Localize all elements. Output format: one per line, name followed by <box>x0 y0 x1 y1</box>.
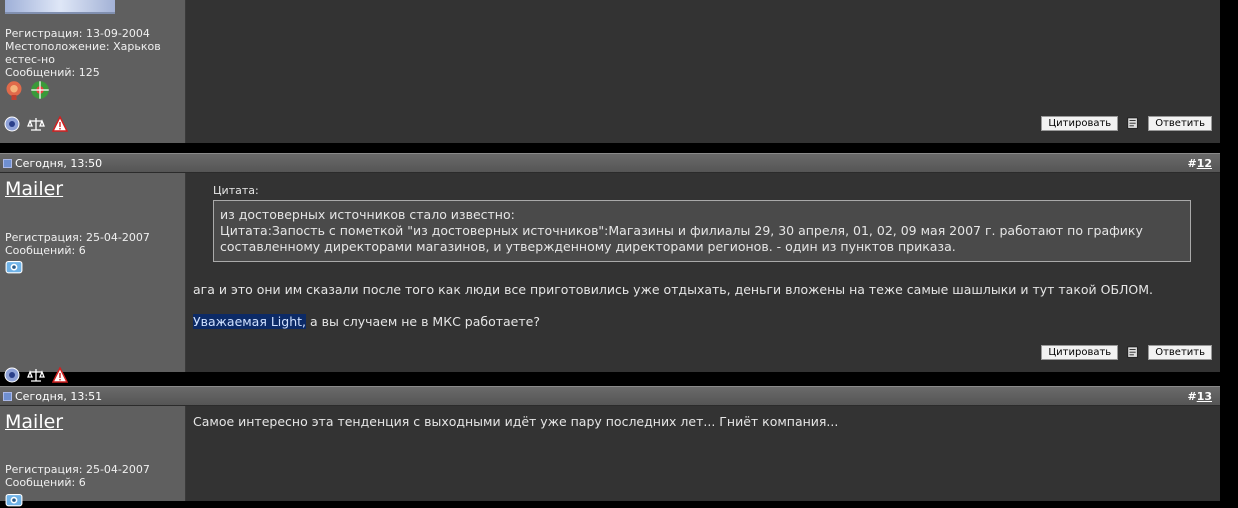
user-actions <box>4 116 68 132</box>
post-number-link[interactable]: 12 <box>1197 157 1212 170</box>
post-date-text: Сегодня, 13:51 <box>15 389 103 403</box>
post-number: #12 <box>1187 157 1212 170</box>
username-link[interactable]: Mailer <box>5 178 63 200</box>
multiquote-icon[interactable] <box>1126 345 1140 360</box>
user-panel: Регистрация: 13-09-2004 Местоположение: … <box>0 0 186 143</box>
message-text: ага и это они им сказали после того как … <box>193 282 1154 297</box>
username-link[interactable]: Mailer <box>5 411 63 433</box>
reply-button[interactable]: Ответить <box>1148 116 1212 131</box>
user-info: Регистрация: 13-09-2004 Местоположение: … <box>5 27 161 79</box>
quote-button[interactable]: Цитировать <box>1041 345 1119 360</box>
registration-date: Регистрация: 25-04-2007 <box>5 231 150 244</box>
post-12: Сегодня, 13:50 #12 Mailer Регистрация: 2… <box>0 153 1220 383</box>
user-actions <box>4 367 68 383</box>
post-content: Цитировать Ответить <box>186 0 1220 143</box>
reputation-scales-icon[interactable] <box>26 116 46 132</box>
quote-button[interactable]: Цитировать <box>1041 116 1119 131</box>
message-count: Сообщений: 125 <box>5 66 100 79</box>
post-number-prefix: # <box>1187 156 1197 170</box>
message-count: Сообщений: 6 <box>5 476 86 489</box>
report-warning-icon[interactable] <box>52 367 68 383</box>
post-icon <box>3 391 12 401</box>
quote-line: Цитата:Запость с пометкой "из достоверны… <box>220 223 1143 238</box>
post-number: #13 <box>1187 390 1212 403</box>
message-text: Уважаемая Light, а вы случаем не в МКС р… <box>193 314 540 329</box>
registration-date: Регистрация: 13-09-2004 <box>5 27 150 40</box>
message-count: Сообщений: 6 <box>5 244 86 257</box>
online-status-icon[interactable] <box>4 367 20 383</box>
post-date: Сегодня, 13:51 <box>3 390 102 403</box>
post-icon <box>3 158 12 168</box>
reply-button[interactable]: Ответить <box>1148 345 1212 360</box>
location-extra: естес-но <box>5 53 55 66</box>
quote-line: составленному директорами магазинов, и у… <box>220 239 956 254</box>
user-info: Регистрация: 25-04-2007 Сообщений: 6 <box>5 231 150 257</box>
quote-label: Цитата: <box>213 184 259 197</box>
post-number-link[interactable]: 13 <box>1197 390 1212 403</box>
quote-line: из достоверных источников стало известно… <box>220 207 515 222</box>
post-date-text: Сегодня, 13:50 <box>15 156 103 170</box>
user-badges <box>4 80 50 100</box>
post-11: Регистрация: 13-09-2004 Местоположение: … <box>0 0 1220 143</box>
user-badges <box>4 257 24 275</box>
post-date: Сегодня, 13:50 <box>3 157 102 170</box>
post-13: Сегодня, 13:51 #13 Mailer Регистрация: 2… <box>0 386 1220 507</box>
reputation-scales-icon[interactable] <box>26 367 46 383</box>
highlighted-text: Уважаемая Light, <box>193 314 307 329</box>
user-badges <box>4 490 24 508</box>
message-text: Самое интересно эта тенденция с выходным… <box>193 414 839 429</box>
user-info: Регистрация: 25-04-2007 Сообщений: 6 <box>5 463 150 489</box>
online-status-icon[interactable] <box>4 116 20 132</box>
camera-badge-icon <box>5 260 23 274</box>
report-warning-icon[interactable] <box>52 116 68 132</box>
post-actions: Цитировать Ответить <box>1041 345 1212 360</box>
quote-box: из достоверных источников стало известно… <box>213 200 1191 262</box>
post-content: Цитата: из достоверных источников стало … <box>186 173 1220 372</box>
avatar <box>5 0 115 14</box>
registration-date: Регистрация: 25-04-2007 <box>5 463 150 476</box>
post-header: Сегодня, 13:50 #12 <box>0 153 1220 173</box>
user-panel: Mailer Регистрация: 25-04-2007 Сообщений… <box>0 406 186 507</box>
post-number-prefix: # <box>1187 389 1197 403</box>
post-header: Сегодня, 13:51 #13 <box>0 386 1220 406</box>
post-actions: Цитировать Ответить <box>1041 116 1212 131</box>
flower-badge-icon <box>31 81 49 99</box>
multiquote-icon[interactable] <box>1126 116 1140 131</box>
gift-badge-icon <box>6 81 22 100</box>
camera-badge-icon <box>5 493 23 507</box>
message-text-rest: а вы случаем не в МКС работаете? <box>306 314 540 329</box>
user-panel: Mailer Регистрация: 25-04-2007 Сообщений… <box>0 173 186 383</box>
post-content: Самое интересно эта тенденция с выходным… <box>186 406 1220 501</box>
location: Местоположение: Харьков <box>5 40 161 53</box>
